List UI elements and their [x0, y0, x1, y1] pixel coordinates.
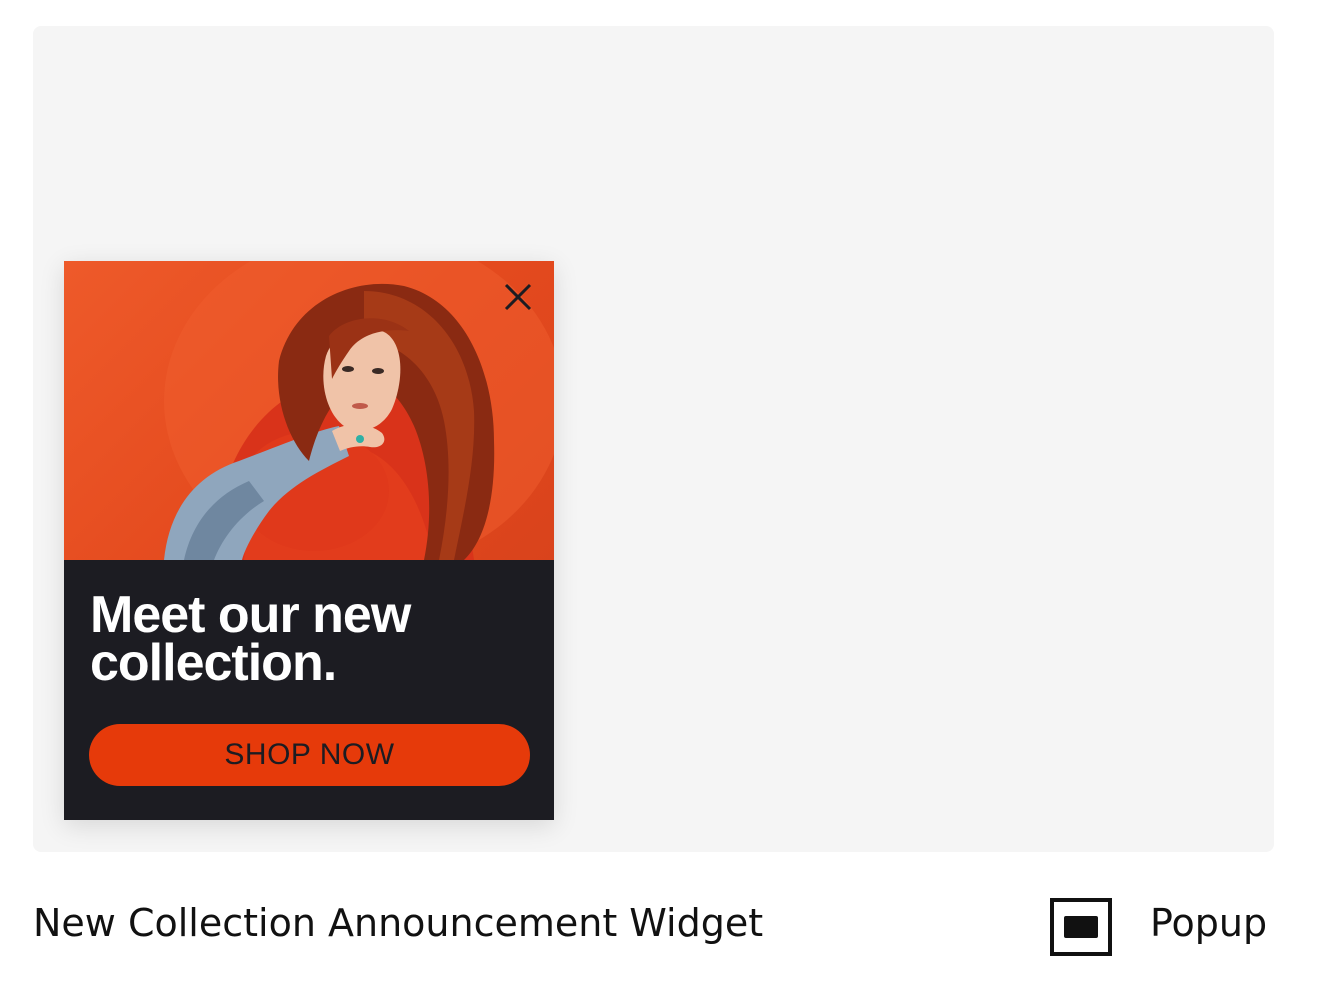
- shop-now-button[interactable]: SHOP NOW: [89, 724, 530, 786]
- close-button[interactable]: [500, 279, 536, 315]
- widget-type-label: Popup: [1150, 901, 1268, 945]
- popup-widget: Meet our new collection. SHOP NOW: [64, 261, 554, 820]
- widget-title: New Collection Announcement Widget: [33, 901, 764, 945]
- popup-headline: Meet our new collection.: [90, 586, 411, 692]
- close-icon: [504, 283, 532, 311]
- popup-window-icon: [1050, 898, 1112, 956]
- popup-hero-image: [64, 261, 554, 560]
- woman-portrait-image: [164, 261, 554, 560]
